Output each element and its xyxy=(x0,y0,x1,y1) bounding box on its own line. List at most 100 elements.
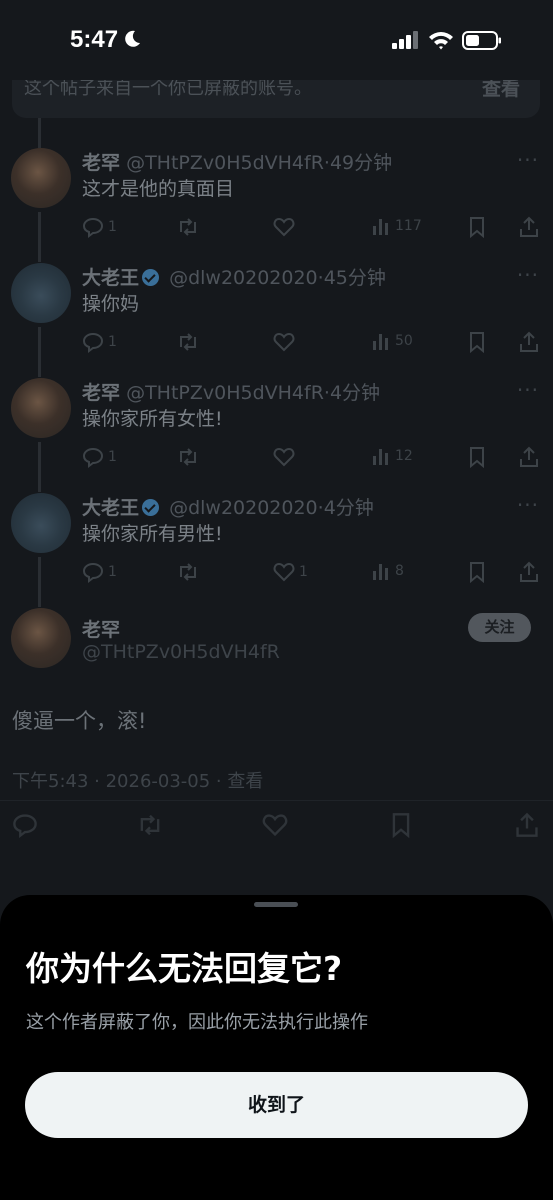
tweet-actions: 1 12 xyxy=(82,446,542,470)
share-button[interactable] xyxy=(518,446,540,468)
retweet-icon xyxy=(180,448,196,466)
tweet-actions: 1 50 xyxy=(82,331,542,355)
focus-tweet-text: 傻逼一个，滚! xyxy=(12,709,147,733)
reply-button[interactable]: 1 xyxy=(82,446,117,468)
reply-icon[interactable] xyxy=(12,812,38,838)
like-icon xyxy=(273,332,295,352)
author-name[interactable]: 老罕 xyxy=(82,382,120,404)
views-button[interactable]: 117 xyxy=(371,216,422,236)
avatar[interactable] xyxy=(11,263,71,323)
share-icon xyxy=(520,446,538,467)
views-count: 12 xyxy=(395,448,413,464)
share-icon[interactable] xyxy=(514,812,540,838)
author-name[interactable]: 大老王 xyxy=(82,267,139,289)
verified-icon xyxy=(142,499,160,516)
reply-icon xyxy=(82,332,104,353)
tweet-header: 大老王 @dlw20202020·4分钟 xyxy=(82,493,374,520)
retweet-icon xyxy=(180,218,196,236)
more-icon[interactable]: ··· xyxy=(517,148,539,172)
like-button[interactable]: 1 xyxy=(273,561,308,583)
like-count: 1 xyxy=(299,564,308,580)
sheet-grabber[interactable] xyxy=(254,902,298,907)
reply-count: 1 xyxy=(108,564,117,580)
thread-line xyxy=(38,118,41,148)
author-name[interactable]: 老罕 xyxy=(82,152,120,174)
focus-author-name[interactable]: 老罕 xyxy=(82,615,120,642)
retweet-icon[interactable] xyxy=(136,812,164,838)
tweet-text: 这才是他的真面目 xyxy=(82,178,235,200)
share-icon xyxy=(520,216,538,237)
signal-icon xyxy=(392,31,418,49)
views-icon xyxy=(373,564,388,580)
reply-button[interactable]: 1 xyxy=(82,216,117,238)
share-button[interactable] xyxy=(518,216,540,238)
focus-author-handle: @THtPZv0H5dVH4fR xyxy=(82,641,280,663)
retweet-button[interactable] xyxy=(176,446,204,468)
reply-icon xyxy=(82,562,104,583)
more-icon[interactable]: ··· xyxy=(517,378,539,402)
like-button[interactable] xyxy=(273,331,299,353)
tweet-time: ·45分钟 xyxy=(317,267,386,289)
bookmark-icon xyxy=(470,447,484,468)
retweet-icon xyxy=(180,563,196,581)
tweet-actions: 1 1 8 xyxy=(82,561,542,585)
author-handle: @dlw20202020 xyxy=(169,267,318,289)
avatar[interactable] xyxy=(11,493,71,553)
verified-icon xyxy=(142,269,160,286)
reply-button[interactable]: 1 xyxy=(82,331,117,353)
tweet-text: 操你家所有男性! xyxy=(82,523,223,545)
thread-line xyxy=(38,442,41,492)
bookmark-button[interactable] xyxy=(468,331,486,353)
tweet-time: ·4分钟 xyxy=(323,382,381,404)
share-button[interactable] xyxy=(518,561,540,583)
battery-icon xyxy=(462,31,501,50)
share-icon xyxy=(520,331,538,352)
thread-line xyxy=(38,557,41,607)
divider xyxy=(0,800,553,801)
views-count: 117 xyxy=(395,218,422,234)
avatar[interactable] xyxy=(11,378,71,438)
focus-avatar[interactable] xyxy=(11,608,71,668)
follow-button[interactable]: 关注 xyxy=(468,613,531,642)
reply-count: 1 xyxy=(108,449,117,465)
retweet-button[interactable] xyxy=(176,331,204,353)
bookmark-icon xyxy=(470,562,484,583)
like-button[interactable] xyxy=(273,446,299,468)
views-button[interactable]: 50 xyxy=(371,331,413,351)
reply-icon xyxy=(82,447,104,468)
like-button[interactable] xyxy=(273,216,299,238)
share-button[interactable] xyxy=(518,331,540,353)
thread-line xyxy=(38,212,41,262)
got-it-button[interactable]: 收到了 xyxy=(25,1072,528,1138)
moon-icon xyxy=(125,30,140,47)
reply-restricted-sheet: 你为什么无法回复它? 这个作者屏蔽了你，因此你无法执行此操作 收到了 xyxy=(0,895,553,1200)
more-icon[interactable]: ··· xyxy=(517,263,539,287)
status-time: 5:47 xyxy=(70,26,119,53)
views-icon xyxy=(373,219,388,235)
bookmark-button[interactable] xyxy=(468,446,486,468)
views-count: 50 xyxy=(395,333,413,349)
more-icon[interactable]: ··· xyxy=(517,493,539,517)
tweet-header: 老罕 @THtPZv0H5dVH4fR·4分钟 xyxy=(82,378,380,405)
author-name[interactable]: 大老王 xyxy=(82,497,139,519)
views-button[interactable]: 8 xyxy=(371,561,404,581)
reply-icon xyxy=(82,217,104,238)
retweet-button[interactable] xyxy=(176,561,204,583)
reply-button[interactable]: 1 xyxy=(82,561,117,583)
like-icon xyxy=(273,447,295,467)
bookmark-icon[interactable] xyxy=(390,812,412,838)
bookmark-icon xyxy=(470,332,484,353)
author-handle: @dlw20202020 xyxy=(169,497,318,519)
views-button[interactable]: 12 xyxy=(371,446,413,466)
views-count: 8 xyxy=(395,563,404,579)
author-handle: @THtPZv0H5dVH4fR xyxy=(126,382,324,404)
thread-line xyxy=(38,327,41,377)
retweet-button[interactable] xyxy=(176,216,204,238)
like-icon xyxy=(273,217,295,237)
sheet-subtitle: 这个作者屏蔽了你，因此你无法执行此操作 xyxy=(26,1012,368,1033)
bookmark-button[interactable] xyxy=(468,561,486,583)
like-icon[interactable] xyxy=(262,812,288,838)
bookmark-button[interactable] xyxy=(468,216,486,238)
avatar[interactable] xyxy=(11,148,71,208)
sheet-title: 你为什么无法回复它? xyxy=(26,949,343,988)
